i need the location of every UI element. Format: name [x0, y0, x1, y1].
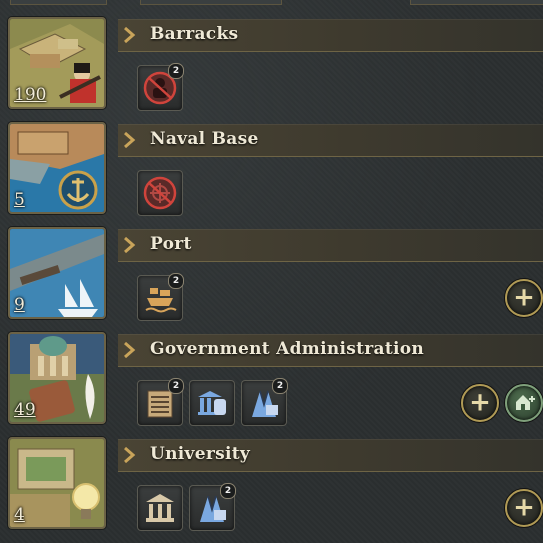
building-university: 4 University 2 +	[0, 437, 543, 542]
barracks-level: 190	[14, 85, 47, 105]
port-portrait[interactable]: 9	[8, 227, 106, 319]
add-level-button[interactable]: +	[505, 279, 543, 317]
no-ship-wheel-icon	[143, 176, 177, 210]
plus-icon: +	[513, 282, 535, 313]
university-slot-1[interactable]	[137, 485, 183, 531]
university-header[interactable]: University	[118, 439, 543, 472]
government-administration-level: 49	[14, 400, 36, 420]
university-level: 4	[14, 505, 25, 525]
add-level-button[interactable]: +	[461, 384, 499, 422]
slot-count-badge: 2	[168, 63, 184, 79]
building-naval-base: 5 Naval Base	[0, 122, 543, 227]
gov-admin-slot-3[interactable]: 2	[241, 378, 288, 426]
government-scroll-icon	[198, 391, 226, 415]
university-slot-2[interactable]: 2	[189, 483, 236, 531]
top-tab-right	[410, 0, 543, 5]
port-title: Port	[150, 234, 192, 254]
chevron-right-icon[interactable]	[122, 236, 136, 254]
chevron-right-icon[interactable]	[122, 446, 136, 464]
top-tab-mid	[140, 0, 282, 5]
plus-icon: +	[469, 387, 491, 418]
chevron-right-icon[interactable]	[122, 26, 136, 44]
building-port: 9 Port 2 +	[0, 227, 543, 332]
add-building-button[interactable]	[505, 384, 543, 422]
naval-base-level: 5	[14, 190, 25, 210]
gov-admin-slot-2[interactable]	[189, 380, 235, 426]
gov-admin-slot-1[interactable]: 2	[137, 378, 184, 426]
university-title: University	[150, 444, 251, 464]
slot-count-badge: 2	[168, 378, 184, 394]
add-level-button[interactable]: +	[505, 489, 543, 527]
barracks-portrait[interactable]: 190	[8, 17, 106, 109]
port-header[interactable]: Port	[118, 229, 543, 262]
slot-count-badge: 2	[220, 483, 236, 499]
government-administration-header[interactable]: Government Administration	[118, 334, 543, 367]
government-administration-portrait[interactable]: 49	[8, 332, 106, 424]
plus-icon: +	[513, 492, 535, 523]
institution-icon	[146, 494, 174, 522]
chevron-right-icon[interactable]	[122, 341, 136, 359]
slot-count-badge: 2	[272, 378, 288, 394]
top-tab-left	[10, 0, 107, 5]
barracks-unit-slot[interactable]: 2	[137, 63, 184, 111]
naval-base-title: Naval Base	[150, 129, 259, 149]
slot-count-badge: 2	[168, 273, 184, 289]
barracks-title: Barracks	[150, 24, 239, 44]
port-unit-slot[interactable]: 2	[137, 273, 184, 321]
government-administration-title: Government Administration	[150, 339, 425, 359]
building-government-administration: 49 Government Administration 2 2 +	[0, 332, 543, 437]
chevron-right-icon[interactable]	[122, 131, 136, 149]
barracks-header[interactable]: Barracks	[118, 19, 543, 52]
house-plus-icon	[516, 395, 535, 410]
naval-base-unit-slot[interactable]	[137, 170, 183, 216]
naval-base-header[interactable]: Naval Base	[118, 124, 543, 157]
university-portrait[interactable]: 4	[8, 437, 106, 529]
building-barracks: 190 Barracks 2	[0, 17, 543, 122]
naval-base-portrait[interactable]: 5	[8, 122, 106, 214]
port-level: 9	[14, 295, 25, 315]
